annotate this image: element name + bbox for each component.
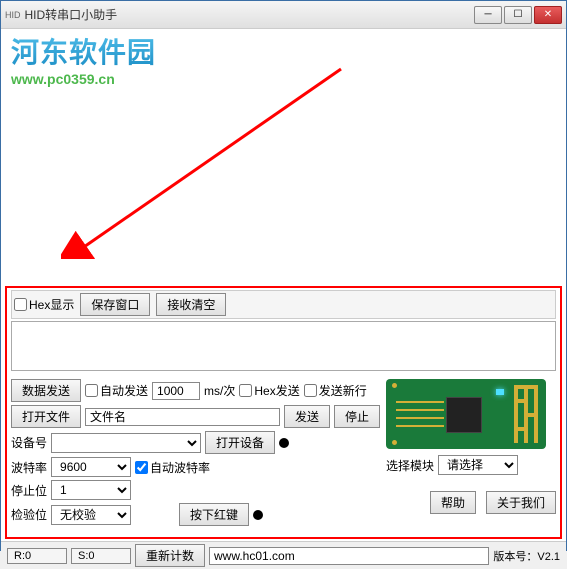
stop-button[interactable]: 停止	[334, 405, 380, 428]
red-key-dot	[253, 510, 263, 520]
trace-icon	[396, 425, 444, 427]
hex-send-checkbox[interactable]: Hex发送	[239, 382, 299, 399]
help-row: 帮助 关于我们	[386, 491, 556, 514]
help-button[interactable]: 帮助	[430, 491, 476, 514]
save-window-button[interactable]: 保存窗口	[80, 293, 150, 316]
control-panel: Hex显示 保存窗口 接收清空 数据发送 自动发送 ms/次 He	[5, 286, 562, 539]
device-num-select[interactable]	[51, 433, 201, 453]
hex-display-label: Hex显示	[29, 296, 74, 313]
send-newline-checkbox[interactable]: 发送新行	[304, 382, 367, 399]
stopbit-row: 停止位 1	[11, 480, 380, 500]
auto-send-label: 自动发送	[100, 382, 148, 399]
close-button[interactable]: ✕	[534, 6, 562, 24]
module-select[interactable]: 请选择	[438, 455, 518, 475]
chip-icon	[446, 397, 482, 433]
data-send-button[interactable]: 数据发送	[11, 379, 81, 402]
trace-icon	[396, 417, 444, 419]
parity-row: 检验位 无校验 按下红键	[11, 503, 380, 526]
arrow-annotation	[61, 59, 361, 259]
send-text-area[interactable]	[11, 321, 556, 371]
maximize-button[interactable]: ☐	[504, 6, 532, 24]
baud-row: 波特率 9600 自动波特率	[11, 457, 380, 477]
send-button[interactable]: 发送	[284, 405, 330, 428]
auto-baud-label: 自动波特率	[150, 459, 210, 476]
minimize-button[interactable]: ─	[474, 6, 502, 24]
titlebar: HID HID转串口小助手 ─ ☐ ✕	[1, 1, 566, 29]
auto-send-checkbox[interactable]: 自动发送	[85, 382, 148, 399]
status-s: S:0	[71, 548, 131, 564]
stopbit-label: 停止位	[11, 482, 47, 499]
parity-label: 检验位	[11, 506, 47, 523]
device-status-dot	[279, 438, 289, 448]
open-device-button[interactable]: 打开设备	[205, 431, 275, 454]
settings-section: 数据发送 自动发送 ms/次 Hex发送 发送新行	[11, 379, 556, 529]
module-select-row: 选择模块 请选择	[386, 455, 556, 475]
led-icon	[496, 389, 504, 395]
baud-select[interactable]: 9600	[51, 457, 131, 477]
trace-icon	[396, 409, 444, 411]
hole-icon	[392, 440, 397, 445]
hex-display-checkbox[interactable]: Hex显示	[14, 296, 74, 313]
baud-label: 波特率	[11, 459, 47, 476]
auto-send-input[interactable]	[85, 384, 98, 397]
stopbit-select[interactable]: 1	[51, 480, 131, 500]
receive-area	[1, 29, 566, 284]
trace-icon	[396, 401, 444, 403]
status-bar: R:0 S:0 重新计数 版本号：V2.1	[1, 541, 566, 569]
status-url[interactable]	[209, 547, 489, 565]
app-icon: HID	[5, 10, 21, 20]
hex-send-label: Hex发送	[254, 382, 299, 399]
app-window: HID HID转串口小助手 ─ ☐ ✕ 河东软件园 www.pc0359.cn …	[0, 0, 567, 551]
data-send-row: 数据发送 自动发送 ms/次 Hex发送 发送新行	[11, 379, 380, 402]
window-title: HID转串口小助手	[25, 6, 475, 23]
hole-icon	[392, 383, 397, 388]
receive-clear-button[interactable]: 接收清空	[156, 293, 226, 316]
file-row: 打开文件 发送 停止	[11, 405, 380, 428]
interval-unit: ms/次	[204, 382, 235, 399]
open-file-button[interactable]: 打开文件	[11, 405, 81, 428]
about-button[interactable]: 关于我们	[486, 491, 556, 514]
interval-input[interactable]	[152, 382, 200, 400]
auto-baud-input[interactable]	[135, 461, 148, 474]
left-controls: 数据发送 自动发送 ms/次 Hex发送 发送新行	[11, 379, 380, 529]
device-num-label: 设备号	[11, 434, 47, 451]
filename-input[interactable]	[85, 408, 280, 426]
window-buttons: ─ ☐ ✕	[474, 6, 562, 24]
recount-button[interactable]: 重新计数	[135, 544, 205, 567]
status-r: R:0	[7, 548, 67, 564]
press-red-button[interactable]: 按下红键	[179, 503, 249, 526]
receive-toolbar: Hex显示 保存窗口 接收清空	[11, 290, 556, 319]
right-controls: 选择模块 请选择 帮助 关于我们	[386, 379, 556, 529]
send-newline-input[interactable]	[304, 384, 317, 397]
module-image	[386, 379, 546, 449]
device-row: 设备号 打开设备	[11, 431, 380, 454]
parity-select[interactable]: 无校验	[51, 505, 131, 525]
auto-baud-checkbox[interactable]: 自动波特率	[135, 459, 210, 476]
module-label: 选择模块	[386, 457, 434, 474]
send-newline-label: 发送新行	[319, 382, 367, 399]
hex-send-input[interactable]	[239, 384, 252, 397]
hex-display-input[interactable]	[14, 298, 27, 311]
version-label: 版本号：V2.1	[493, 548, 560, 564]
antenna-icon	[514, 385, 544, 443]
